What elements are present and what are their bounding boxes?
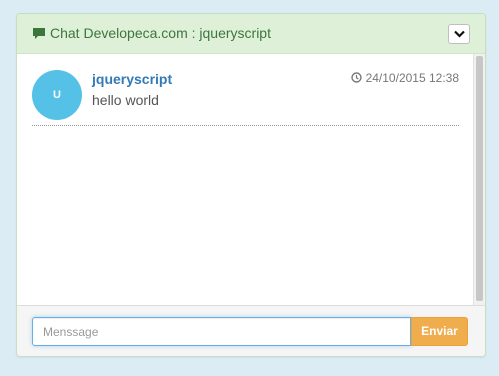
chat-panel: Chat Developeca.com : jqueryscript U jqu… xyxy=(16,13,486,357)
chat-footer: Enviar xyxy=(17,305,485,356)
chat-messages: U jqueryscript 24/10/2015 12:38 hello wo… xyxy=(17,54,485,305)
avatar: U xyxy=(32,70,82,120)
list-item: U jqueryscript 24/10/2015 12:38 hello wo… xyxy=(32,54,459,126)
collapse-button[interactable] xyxy=(448,24,470,44)
chat-title: Chat Developeca.com : jqueryscript xyxy=(50,25,271,41)
clock-icon xyxy=(350,72,362,83)
chat-bubble-icon xyxy=(32,27,46,40)
message-timestamp: 24/10/2015 12:38 xyxy=(365,71,459,85)
message-text: hello world xyxy=(92,92,159,108)
message-timestamp-group: 24/10/2015 12:38 xyxy=(350,71,459,85)
chat-header: Chat Developeca.com : jqueryscript xyxy=(17,14,485,54)
message-username: jqueryscript xyxy=(92,71,173,87)
message-input[interactable] xyxy=(32,317,411,346)
scrollbar-thumb[interactable] xyxy=(476,56,483,301)
send-button[interactable]: Enviar xyxy=(411,317,468,346)
scrollbar[interactable] xyxy=(473,54,485,305)
